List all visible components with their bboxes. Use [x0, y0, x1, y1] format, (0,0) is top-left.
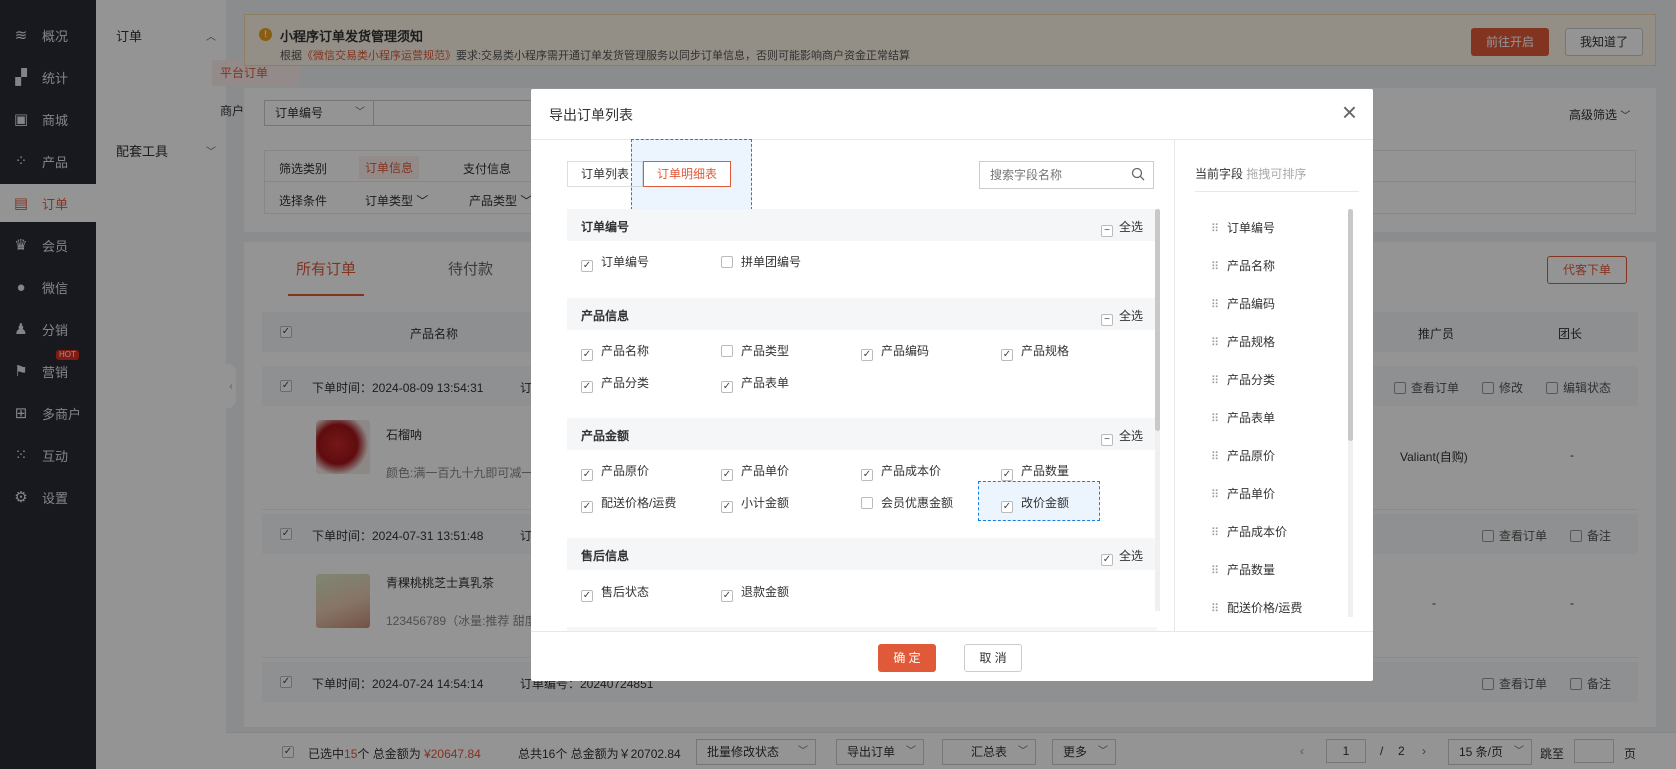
draggable-field[interactable]: ⠿ 产品名称	[1211, 257, 1275, 274]
dialog-title: 导出订单列表	[549, 107, 633, 123]
drag-handle-icon[interactable]: ⠿	[1211, 260, 1219, 273]
close-icon[interactable]: ×	[1342, 97, 1357, 127]
field-search-box[interactable]	[979, 161, 1154, 189]
scrollbar-thumb[interactable]	[1348, 209, 1353, 441]
select-all-toggle[interactable]: − 全选	[1100, 427, 1143, 446]
draggable-field[interactable]: ⠿ 产品规格	[1211, 333, 1275, 350]
select-all-toggle[interactable]: − 全选	[1100, 307, 1143, 326]
field-option[interactable]: ✓ 产品成本价	[861, 462, 941, 481]
field-option[interactable]: ✓ 产品规格	[1001, 342, 1069, 361]
export-order-dialog: 导出订单列表 × 订单列表 订单明细表 订单编号 −全选 ✓订单编号 拼单团编号…	[531, 89, 1373, 681]
select-all-toggle[interactable]: − 全选	[1100, 218, 1143, 237]
draggable-field[interactable]: ⠿ 产品成本价	[1211, 523, 1287, 540]
field-option[interactable]: ✓ 售后状态	[581, 583, 649, 602]
partial-checkbox[interactable]: −	[1100, 314, 1113, 326]
field-option[interactable]: 拼单团编号	[721, 253, 801, 270]
draggable-field[interactable]: ⠿ 产品单价	[1211, 485, 1275, 502]
field-search-input[interactable]	[980, 162, 1120, 188]
field-option[interactable]: ✓ 产品数量	[1001, 462, 1069, 481]
drag-handle-icon[interactable]: ⠿	[1211, 412, 1219, 425]
modal-backdrop-sidebar	[0, 0, 226, 769]
drag-handle-icon[interactable]: ⠿	[1211, 374, 1219, 387]
drag-handle-icon[interactable]: ⠿	[1211, 602, 1219, 615]
field-option[interactable]: 产品类型	[721, 342, 789, 359]
field-option[interactable]: ✓ 产品编码	[861, 342, 929, 361]
current-fields-title: 当前字段 拖拽可排序	[1195, 167, 1307, 181]
drag-handle-icon[interactable]: ⠿	[1211, 222, 1219, 235]
field-option[interactable]: ✓ 订单编号	[581, 253, 649, 272]
field-option[interactable]: ✓ 产品原价	[581, 462, 649, 481]
draggable-field[interactable]: ⠿ 产品数量	[1211, 561, 1275, 578]
field-option-price-change[interactable]: ✓ 改价金额	[1001, 494, 1069, 513]
group-product-info: 产品信息 − 全选	[567, 298, 1157, 330]
cancel-button[interactable]: 取 消	[964, 644, 1022, 672]
tab-order-detail[interactable]: 订单明细表	[643, 161, 732, 187]
fields-scrollbar[interactable]	[1155, 209, 1160, 611]
select-all-toggle[interactable]: ✓ 全选	[1100, 547, 1143, 566]
drag-handle-icon[interactable]: ⠿	[1211, 298, 1219, 311]
group-product-amount: 产品金额 − 全选	[567, 418, 1157, 450]
checked-checkbox[interactable]: ✓	[1100, 554, 1113, 566]
draggable-field[interactable]: ⠿ 产品分类	[1211, 371, 1275, 388]
partial-checkbox[interactable]: −	[1100, 225, 1113, 237]
search-icon	[1131, 167, 1145, 181]
draggable-field[interactable]: ⠿ 产品表单	[1211, 409, 1275, 426]
field-option[interactable]: 会员优惠金额	[861, 494, 953, 511]
field-option[interactable]: ✓ 产品分类	[581, 374, 649, 393]
field-option[interactable]: ✓ 产品名称	[581, 342, 649, 361]
field-option[interactable]: ✓ 配送价格/运费	[581, 494, 676, 513]
scrollbar-thumb[interactable]	[1155, 209, 1160, 431]
drag-handle-icon[interactable]: ⠿	[1211, 526, 1219, 539]
draggable-field[interactable]: ⠿ 订单编号	[1211, 219, 1275, 236]
field-option[interactable]: ✓ 小计金额	[721, 494, 789, 513]
group-after-sales: 售后信息 ✓ 全选	[567, 538, 1157, 570]
draggable-field[interactable]: ⠿ 产品编码	[1211, 295, 1275, 312]
drag-handle-icon[interactable]: ⠿	[1211, 564, 1219, 577]
confirm-button[interactable]: 确 定	[878, 644, 936, 672]
current-fields-scrollbar[interactable]	[1348, 209, 1353, 617]
field-option[interactable]: ✓ 产品单价	[721, 462, 789, 481]
drag-handle-icon[interactable]: ⠿	[1211, 336, 1219, 349]
draggable-field[interactable]: ⠿ 产品原价	[1211, 447, 1275, 464]
drag-handle-icon[interactable]: ⠿	[1211, 488, 1219, 501]
draggable-field[interactable]: ⠿ 配送价格/运费	[1211, 599, 1302, 616]
group-order-number: 订单编号 − 全选	[567, 209, 1157, 241]
field-option[interactable]: ✓ 产品表单	[721, 374, 789, 393]
field-option[interactable]: ✓ 退款金额	[721, 583, 789, 602]
partial-checkbox[interactable]: −	[1100, 434, 1113, 446]
drag-handle-icon[interactable]: ⠿	[1211, 450, 1219, 463]
